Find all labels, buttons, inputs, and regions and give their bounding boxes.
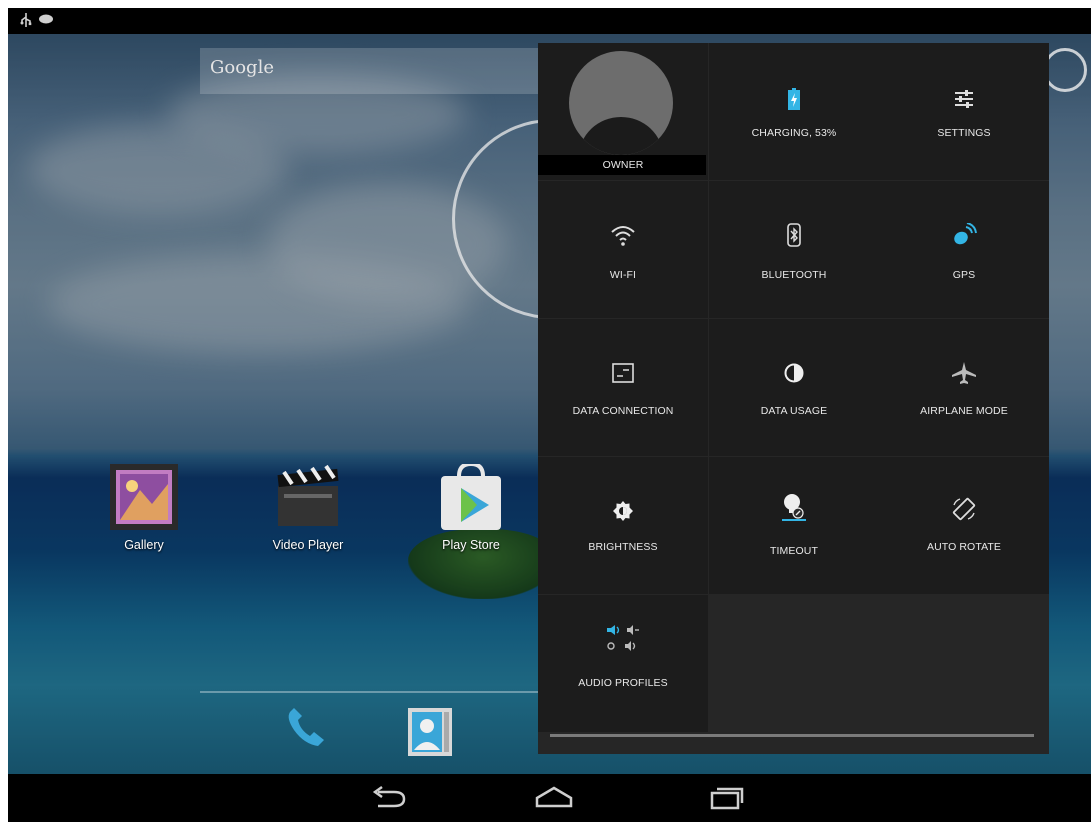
gps-icon	[879, 219, 1049, 251]
tile-label: CHARGING, 53%	[751, 127, 837, 139]
tile-label: AUDIO PROFILES	[578, 677, 668, 689]
tile-label: BRIGHTNESS	[588, 541, 658, 553]
data-connection-icon	[538, 357, 708, 389]
tile-wifi[interactable]: WI-FI	[538, 181, 708, 318]
tile-label: AUTO ROTATE	[926, 541, 1002, 553]
tile-bluetooth[interactable]: BLUETOOTH	[709, 181, 879, 318]
tile-gps[interactable]: GPS	[879, 181, 1049, 318]
back-icon[interactable]	[364, 784, 414, 812]
quick-settings-panel: OWNER CHARGING, 53% SETTINGS WI-FI BLUET…	[538, 43, 1049, 754]
dock-divider	[200, 691, 550, 693]
tile-timeout[interactable]: TIMEOUT	[709, 457, 879, 594]
tile-airplane-mode[interactable]: AIRPLANE MODE	[879, 319, 1049, 456]
timeout-icon	[709, 491, 879, 523]
contacts-icon[interactable]	[406, 706, 454, 758]
app-label: Video Player	[272, 538, 344, 552]
app-label: Play Store	[442, 538, 500, 552]
tile-data-usage[interactable]: DATA USAGE	[709, 319, 879, 456]
tile-label: BLUETOOTH	[761, 269, 827, 281]
data-usage-icon	[709, 357, 879, 389]
tile-label: TIMEOUT	[770, 545, 818, 557]
tile-battery[interactable]: CHARGING, 53%	[709, 43, 879, 180]
search-bar-label: Google	[210, 57, 274, 78]
app-play-store[interactable]: Play Store	[416, 461, 526, 552]
brightness-icon	[538, 495, 708, 527]
tile-label: DATA USAGE	[760, 405, 828, 417]
airplane-icon	[879, 357, 1049, 389]
tile-owner[interactable]: OWNER	[538, 43, 708, 180]
app-video-player[interactable]: Video Player	[253, 464, 363, 552]
wifi-icon	[538, 219, 708, 251]
settings-sliders-icon	[879, 83, 1049, 115]
status-bar[interactable]	[8, 8, 1091, 34]
tile-label: DATA CONNECTION	[572, 405, 674, 417]
tile-brightness[interactable]: BRIGHTNESS	[538, 457, 708, 594]
google-search-bar[interactable]: Google	[200, 48, 545, 94]
phone-icon[interactable]	[284, 706, 328, 750]
usb-icon	[20, 13, 32, 30]
tile-label: AIRPLANE MODE	[920, 405, 1008, 417]
tile-label: SETTINGS	[937, 127, 991, 139]
launcher-widget-icon[interactable]	[1043, 48, 1087, 92]
gallery-icon	[110, 464, 178, 530]
battery-charging-icon	[709, 83, 879, 115]
tile-settings[interactable]: SETTINGS	[879, 43, 1049, 180]
tile-data-connection[interactable]: DATA CONNECTION	[538, 319, 708, 456]
user-avatar-icon	[569, 51, 673, 155]
quick-settings-scroll-indicator	[550, 734, 1034, 737]
tablet-screen: Google Gallery Video Player Play Store O…	[8, 8, 1091, 822]
tile-label: OWNER	[602, 159, 644, 171]
tile-label: WI-FI	[609, 269, 637, 281]
app-label: Gallery	[124, 538, 164, 552]
auto-rotate-icon	[879, 493, 1049, 525]
clapperboard-icon	[274, 464, 342, 530]
tile-auto-rotate[interactable]: AUTO ROTATE	[879, 457, 1049, 594]
battery-icon	[38, 13, 54, 28]
bluetooth-icon	[709, 219, 879, 251]
home-icon[interactable]	[529, 784, 579, 812]
navigation-bar	[8, 774, 1091, 822]
play-store-icon	[437, 461, 505, 530]
audio-profiles-icon	[538, 621, 708, 657]
app-gallery[interactable]: Gallery	[89, 464, 199, 552]
tile-audio-profiles[interactable]: AUDIO PROFILES	[538, 595, 708, 732]
recents-icon[interactable]	[702, 784, 752, 812]
tile-label: GPS	[952, 269, 976, 281]
